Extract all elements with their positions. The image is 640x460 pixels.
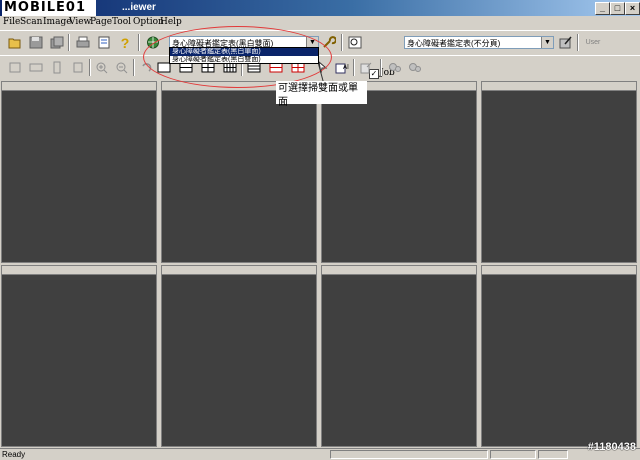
menu-image[interactable]: Image <box>43 17 72 28</box>
fit-height-button[interactable] <box>48 59 66 76</box>
menu-help[interactable]: Help <box>160 17 182 28</box>
thumbnail-6[interactable] <box>161 265 317 447</box>
select-all-icon: Al <box>335 63 349 74</box>
toolbar-separator <box>68 34 70 51</box>
properties-button[interactable] <box>95 34 113 51</box>
save-button[interactable] <box>27 34 45 51</box>
thumbnail-7[interactable] <box>321 265 477 447</box>
window-title: ...iewer <box>122 2 156 13</box>
gears-icon <box>409 63 421 72</box>
help-button[interactable]: ? <box>116 34 134 51</box>
job-select[interactable]: 身心障礙者鑑定表(不分頁) ▼ <box>404 36 554 49</box>
edit-pen-icon <box>559 36 572 49</box>
fit-page-icon <box>9 62 21 73</box>
maximize-button[interactable]: □ <box>610 2 625 15</box>
status-bar: Ready <box>0 448 640 460</box>
printer-icon <box>76 36 90 48</box>
preview-button[interactable] <box>346 34 364 51</box>
export-icon <box>360 62 372 74</box>
rotate-left-icon <box>142 63 152 72</box>
status-panel <box>330 450 488 459</box>
thumbnail-header <box>482 266 636 275</box>
fit-width-button[interactable] <box>27 59 45 76</box>
status-text: Ready <box>2 450 26 459</box>
toolbar-separator <box>380 59 382 76</box>
status-panel <box>538 450 568 459</box>
rotate-left-button[interactable] <box>137 59 155 76</box>
toolbar-separator <box>341 34 343 51</box>
chevron-down-icon[interactable]: ▼ <box>541 37 553 48</box>
thumbnail-1[interactable] <box>1 81 157 263</box>
thumbnail-5[interactable] <box>1 265 157 447</box>
profile-option-double[interactable]: 身心障礙者鑑定表(黑白雙面) <box>170 56 318 64</box>
open-button[interactable] <box>6 34 24 51</box>
mobile01-logo: MOBILE01 <box>2 0 96 16</box>
user-label: User <box>585 39 601 46</box>
gears-icon <box>389 63 401 72</box>
menu-scan[interactable]: Scan <box>20 17 42 28</box>
multi-disk-icon <box>50 36 64 49</box>
title-bar[interactable]: MOBILE01 ...iewer _ □ × <box>0 0 640 16</box>
select-all-button[interactable]: Al <box>333 59 351 76</box>
profile-option-single[interactable]: 身心障礙者鑑定表(黑白單面) <box>170 48 318 56</box>
magnifier-icon <box>348 36 362 49</box>
save-all-button[interactable] <box>48 34 66 51</box>
menu-bar: File Scan Image View Page Tool Option He… <box>0 16 640 29</box>
job-edit-button[interactable] <box>557 34 575 51</box>
wrench-icon <box>323 36 336 48</box>
thumbnail-4[interactable] <box>481 81 637 263</box>
question-mark-icon: ? <box>120 34 130 51</box>
thumbnail-3[interactable] <box>321 81 477 263</box>
menu-file[interactable]: File <box>3 17 20 28</box>
thumbnail-header <box>2 266 156 275</box>
thumbnail-header <box>322 266 476 275</box>
menu-view[interactable]: View <box>69 17 91 28</box>
annotation-callout: 可選擇掃雙面或單面 <box>276 81 367 108</box>
print-button[interactable] <box>74 34 92 51</box>
zoom-in-icon <box>96 62 108 74</box>
main-toolbar: ? 身心障礙者鑑定表(黑白雙面) ▼ ✓ Job 身心障礙者鑑定表(不分頁) ▼… <box>0 30 640 79</box>
scanner-window: MOBILE01 ...iewer _ □ × File Scan Image … <box>0 0 640 459</box>
thumbnail-header <box>162 266 316 275</box>
watermark: #1180438 <box>587 441 636 453</box>
toolbar-separator <box>89 59 91 76</box>
status-panel <box>490 450 536 459</box>
job-value: 身心障礙者鑑定表(不分頁) <box>407 39 501 48</box>
toolbar-separator <box>577 34 579 51</box>
svg-text:Al: Al <box>343 64 349 71</box>
thumbnail-2[interactable] <box>161 81 317 263</box>
folder-open-icon <box>8 38 21 49</box>
zoom-in-button[interactable] <box>93 59 111 76</box>
user-button[interactable]: User <box>582 34 604 51</box>
batch-button[interactable] <box>386 59 404 76</box>
close-button[interactable]: × <box>625 2 640 15</box>
scanner-globe-icon <box>147 36 159 49</box>
fit-height-icon <box>53 61 61 74</box>
document-icon <box>98 36 110 49</box>
zoom-out-icon <box>116 62 128 74</box>
export-button[interactable] <box>357 59 375 76</box>
settings-button[interactable] <box>320 34 338 51</box>
thumbnail-header <box>2 82 156 91</box>
actual-size-button[interactable] <box>69 59 87 76</box>
thumbnail-header <box>482 82 636 91</box>
toolbar-separator <box>138 34 140 51</box>
fit-width-icon <box>29 63 43 72</box>
toolbar-separator <box>353 59 355 76</box>
toolbar-separator <box>133 59 135 76</box>
zoom-out-button[interactable] <box>113 59 131 76</box>
menu-page[interactable]: Page <box>90 17 112 28</box>
batch-settings-button[interactable] <box>406 59 424 76</box>
minimize-button[interactable]: _ <box>595 2 610 15</box>
thumbnail-8[interactable] <box>481 265 637 447</box>
fit-page-button[interactable] <box>6 59 24 76</box>
floppy-disk-icon <box>29 36 43 49</box>
actual-size-icon <box>73 62 83 73</box>
menu-tool[interactable]: Tool <box>112 17 131 28</box>
scan-button[interactable] <box>144 34 162 51</box>
scan-profile-dropdown[interactable]: 身心障礙者鑑定表(黑白單面) 身心障礙者鑑定表(黑白雙面) <box>169 47 319 64</box>
thumbnail-area[interactable] <box>0 80 640 448</box>
